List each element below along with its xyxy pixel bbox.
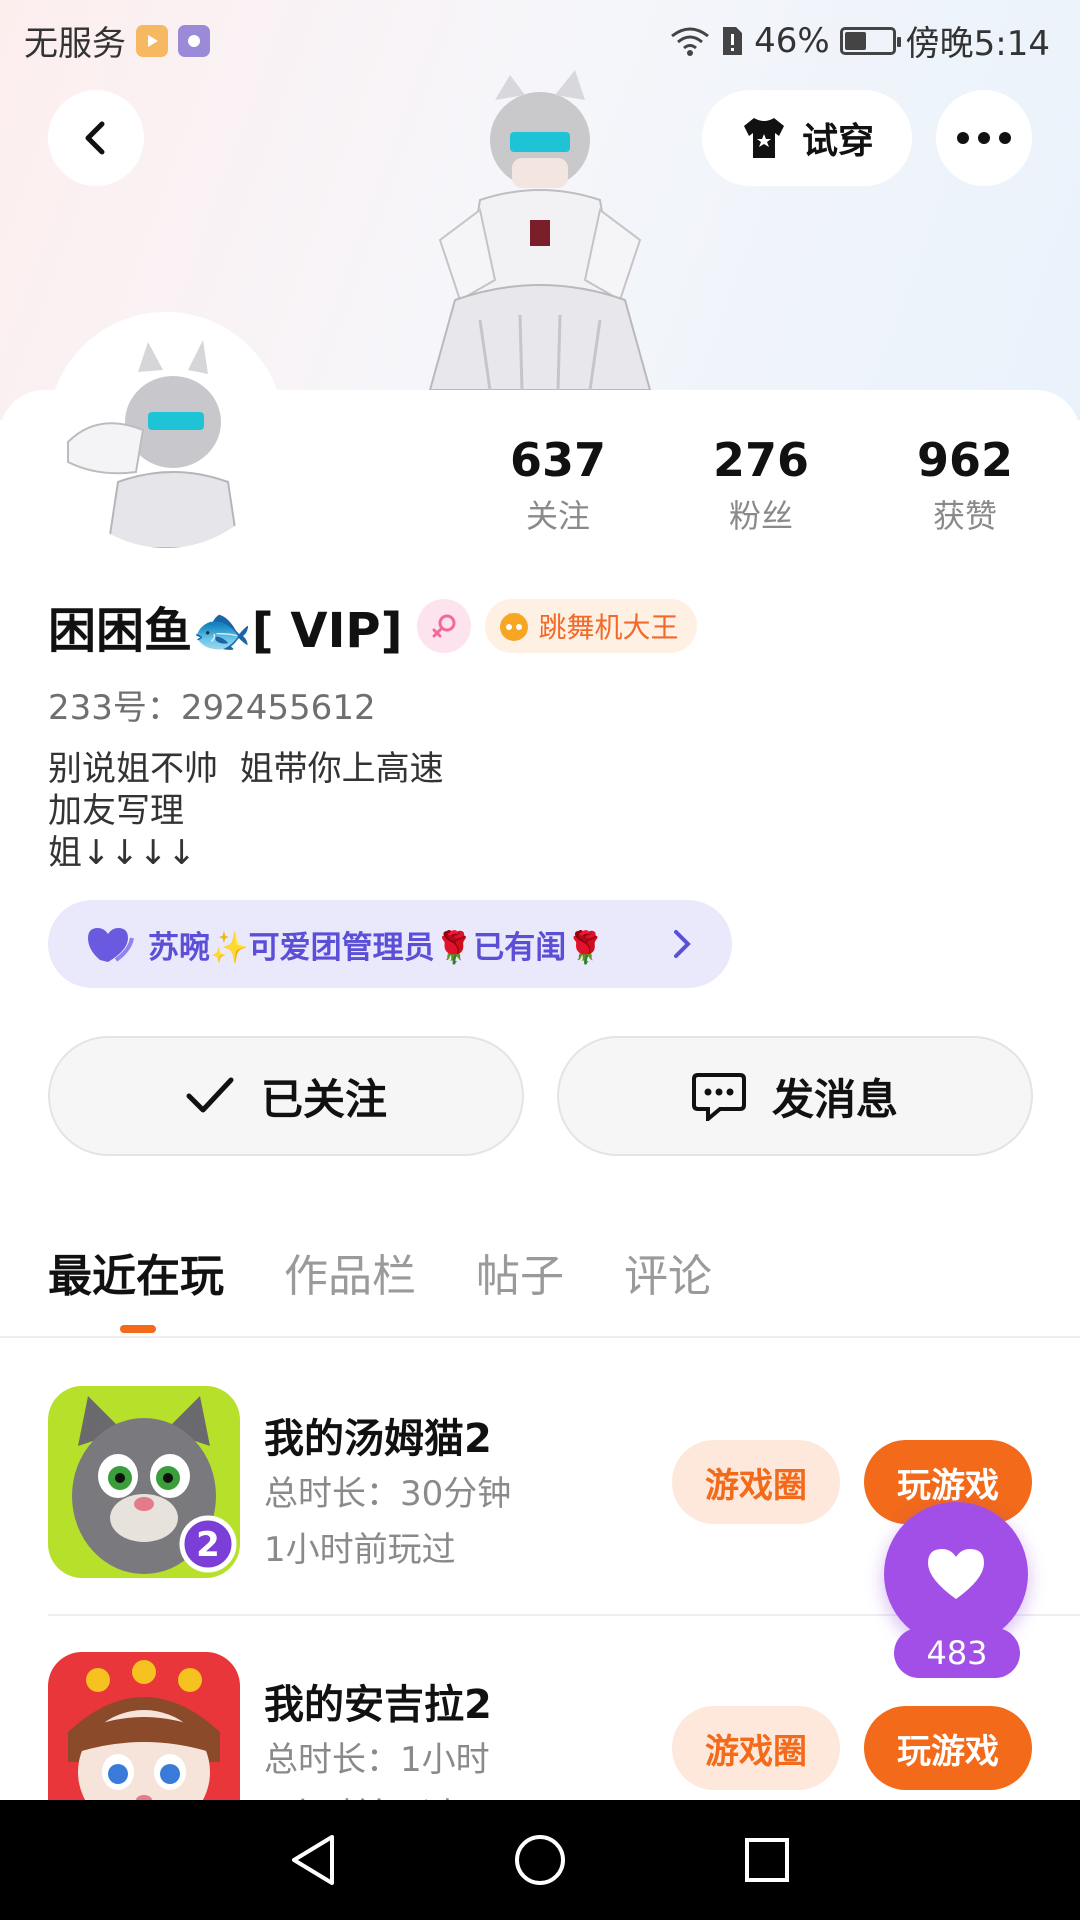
nav-home-button[interactable]: [500, 1820, 580, 1900]
floating-like-button[interactable]: [884, 1502, 1028, 1646]
back-button[interactable]: [48, 90, 144, 186]
bio-line: 加友写理: [48, 791, 184, 831]
chat-bubble-icon: [691, 1073, 746, 1121]
game-last-played: 2小时前玩过: [264, 1788, 456, 1800]
user-id: 233号：292455612: [48, 688, 376, 728]
name-row: 困困鱼🐟[ VIP] 跳舞机大王: [48, 596, 697, 659]
game-name: 我的汤姆猫2: [264, 1416, 492, 1462]
clock-time: 傍晚5:14: [905, 24, 1050, 64]
fans-label: 粉丝: [728, 497, 793, 535]
heart-icon: [88, 928, 134, 962]
chevron-right-icon: [674, 930, 691, 958]
following-label: 关注: [525, 497, 590, 535]
more-dots-icon: [957, 132, 1011, 144]
game-list-item[interactable]: 2 我的汤姆猫2 总时长：30分钟 1小时前玩过 游戏圈 玩游戏: [48, 1386, 1032, 1586]
system-navigation-bar: [0, 1800, 1080, 1920]
status-bar: 无服务 46% 傍晚5:14: [0, 0, 1080, 76]
game-circle-button[interactable]: 游戏圈: [672, 1440, 840, 1524]
profile-tabs: 最近在玩 作品栏 帖子 评论: [48, 1240, 712, 1304]
user-name: 困困鱼🐟[ VIP]: [48, 603, 403, 659]
bio-line: 别说姐不帅 姐带你上高速: [48, 749, 444, 789]
group-banner[interactable]: 苏晼✨可爱团管理员🌹已有闺🌹: [48, 900, 732, 988]
likes-count: 962: [916, 433, 1014, 487]
stat-fans[interactable]: 276 粉丝: [681, 430, 841, 538]
game-duration: 总时长：1小时: [264, 1740, 490, 1780]
avatar-image: [48, 312, 284, 548]
circle-home-icon: [514, 1835, 565, 1885]
character-figure: [428, 70, 652, 390]
game-last-played: 1小时前玩过: [264, 1530, 456, 1570]
tab-recently-played[interactable]: 最近在玩: [48, 1240, 224, 1304]
heart-icon: [928, 1549, 984, 1599]
game-name: 我的安吉拉2: [264, 1682, 492, 1728]
talking-angela-game-icon[interactable]: [48, 1652, 240, 1800]
group-text: 苏晼✨可爱团管理员🌹已有闺🌹: [148, 929, 605, 966]
following-count: 637: [509, 433, 607, 487]
followed-label: 已关注: [260, 1074, 387, 1124]
followed-button[interactable]: 已关注: [48, 1036, 524, 1156]
carrier-text: 无服务: [24, 24, 126, 64]
avatar[interactable]: [48, 312, 284, 548]
play-game-button[interactable]: 玩游戏: [864, 1706, 1032, 1790]
app-notification-icon: [178, 24, 210, 57]
send-message-button[interactable]: 发消息: [557, 1036, 1033, 1156]
divider: [0, 1336, 1080, 1338]
stat-following[interactable]: 637 关注: [478, 430, 638, 538]
user-bio: 别说姐不帅 姐带你上高速 加友写理 姐↓↓↓↓: [48, 748, 444, 874]
check-icon: [186, 1077, 234, 1113]
like-count-badge: 483: [894, 1628, 1020, 1678]
bio-line: 姐↓↓↓↓: [48, 833, 196, 873]
send-message-label: 发消息: [771, 1074, 898, 1124]
fans-count: 276: [712, 433, 810, 487]
svg-text:2: 2: [196, 1525, 220, 1565]
tab-works[interactable]: 作品栏: [284, 1240, 416, 1304]
title-badge-label: 跳舞机大王: [538, 611, 679, 644]
battery-icon: [839, 26, 901, 55]
square-recents-icon: [744, 1838, 789, 1882]
sim-alert-icon: [723, 26, 743, 55]
chevron-left-icon: [85, 121, 105, 155]
shirt-icon: [743, 118, 784, 158]
likes-label: 获赞: [932, 497, 997, 535]
nav-recents-button[interactable]: [727, 1820, 807, 1900]
tab-comments[interactable]: 评论: [624, 1240, 712, 1304]
nav-back-button[interactable]: [273, 1820, 353, 1900]
try-on-label: 试穿: [801, 121, 874, 162]
female-gender-icon: [416, 599, 471, 653]
try-on-button[interactable]: 试穿: [702, 90, 912, 186]
more-options-button[interactable]: [936, 90, 1032, 186]
battery-percent: 46%: [754, 20, 830, 61]
crown-face-icon: [499, 613, 528, 641]
stat-likes[interactable]: 962 获赞: [885, 430, 1045, 538]
game-duration: 总时长：30分钟: [264, 1474, 512, 1514]
game-circle-button[interactable]: 游戏圈: [672, 1706, 840, 1790]
title-badge[interactable]: 跳舞机大王: [484, 599, 697, 653]
active-tab-indicator: [120, 1325, 156, 1333]
video-app-icon: [136, 24, 168, 57]
talking-tom-game-icon[interactable]: 2: [48, 1386, 240, 1578]
triangle-back-icon: [292, 1835, 335, 1885]
wifi-icon: [671, 27, 709, 56]
game-list-item[interactable]: 我的安吉拉2 总时长：1小时 2小时前玩过 游戏圈 玩游戏: [48, 1652, 1032, 1800]
tab-posts[interactable]: 帖子: [476, 1240, 564, 1304]
